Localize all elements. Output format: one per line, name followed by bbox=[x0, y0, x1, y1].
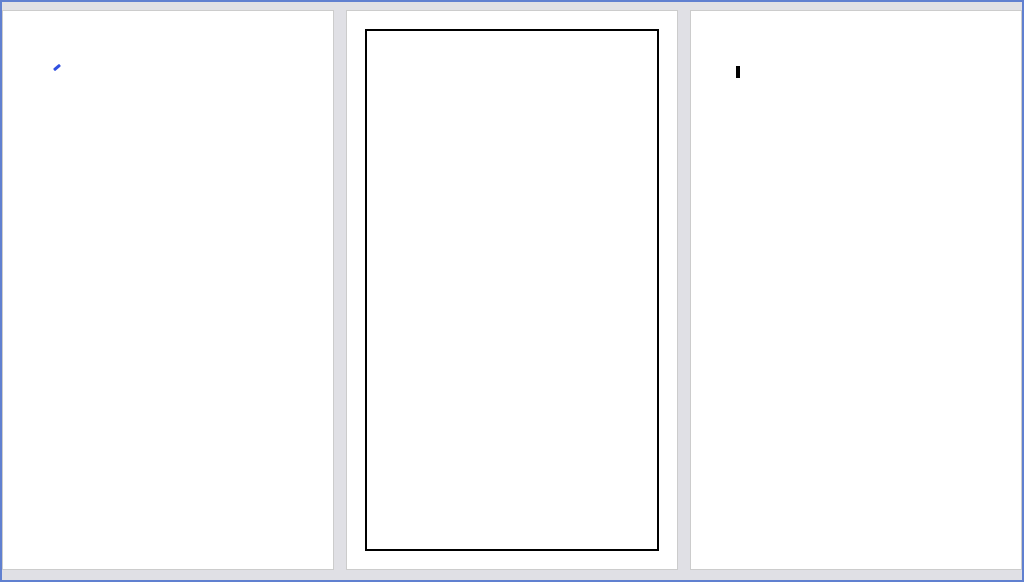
black-stroke-mark bbox=[736, 66, 740, 78]
blue-stroke-mark bbox=[53, 66, 61, 74]
rectangle-shape bbox=[365, 29, 659, 551]
right-panel[interactable] bbox=[690, 10, 1022, 570]
center-panel[interactable] bbox=[346, 10, 678, 570]
left-panel[interactable] bbox=[2, 10, 334, 570]
